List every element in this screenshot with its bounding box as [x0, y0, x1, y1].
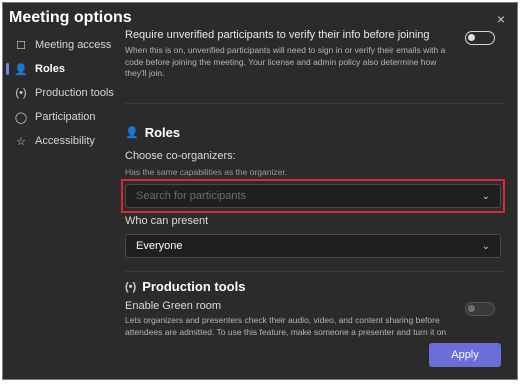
dialog-title: Meeting options: [9, 9, 132, 26]
sidebar-item-roles[interactable]: 👤 Roles: [3, 57, 121, 81]
apply-button[interactable]: Apply: [429, 343, 501, 367]
divider: [125, 271, 503, 272]
production-tools-heading-text: Production tools: [142, 279, 246, 294]
chevron-down-icon: ⌄: [481, 240, 490, 252]
person-icon: 👤: [14, 63, 28, 76]
person-icon: 👤: [125, 127, 139, 139]
broadcast-icon: (•): [125, 280, 137, 293]
who-can-present-value: Everyone: [136, 240, 183, 252]
green-room-label: Enable Green room: [125, 300, 221, 312]
roles-heading: 👤 Roles: [125, 125, 180, 140]
toggle-knob: [468, 305, 475, 312]
chat-bubble-icon: ◯: [14, 111, 28, 124]
chevron-down-icon: ⌄: [481, 190, 490, 202]
unverified-toggle[interactable]: [465, 31, 495, 45]
sidebar-item-meeting-access[interactable]: ☐ Meeting access: [3, 33, 121, 57]
search-participants-dropdown[interactable]: Search for participants ⌄: [125, 184, 501, 208]
sidebar-item-production-tools[interactable]: (•) Production tools: [3, 81, 121, 105]
meeting-options-dialog: Meeting options × ☐ Meeting access 👤 Rol…: [2, 2, 518, 380]
unverified-setting-title: Require unverified participants to verif…: [125, 29, 430, 41]
sidebar-item-label: Meeting access: [35, 39, 112, 51]
who-can-present-dropdown[interactable]: Everyone ⌄: [125, 234, 501, 258]
close-icon[interactable]: ×: [497, 11, 505, 27]
who-can-present-label: Who can present: [125, 215, 209, 227]
toggle-knob: [468, 34, 475, 41]
sidebar-item-participation[interactable]: ◯ Participation: [3, 105, 121, 129]
sidebar-item-accessibility[interactable]: ☆ Accessibility: [3, 129, 121, 153]
green-room-toggle[interactable]: [465, 302, 495, 316]
divider: [125, 103, 503, 104]
calendar-icon: ☐: [16, 39, 26, 52]
search-participants-placeholder: Search for participants: [136, 190, 247, 202]
accessibility-icon: ☆: [16, 135, 26, 148]
broadcast-icon: (•): [15, 87, 27, 99]
sidebar-item-label: Accessibility: [35, 135, 95, 147]
sidebar-item-label: Participation: [35, 111, 96, 123]
production-tools-heading: (•) Production tools: [125, 279, 245, 294]
green-room-description: Lets organizers and presenters check the…: [125, 315, 447, 337]
sidebar-item-label: Roles: [35, 63, 65, 75]
roles-heading-text: Roles: [144, 125, 181, 140]
sidebar-nav: ☐ Meeting access 👤 Roles (•) Production …: [3, 33, 121, 153]
choose-coorganizers-hint: Has the same capabilities as the organiz…: [125, 167, 288, 177]
sidebar-item-label: Production tools: [35, 87, 114, 99]
unverified-setting-description: When this is on, unverified participants…: [125, 45, 446, 78]
choose-coorganizers-label: Choose co-organizers:: [125, 150, 236, 162]
